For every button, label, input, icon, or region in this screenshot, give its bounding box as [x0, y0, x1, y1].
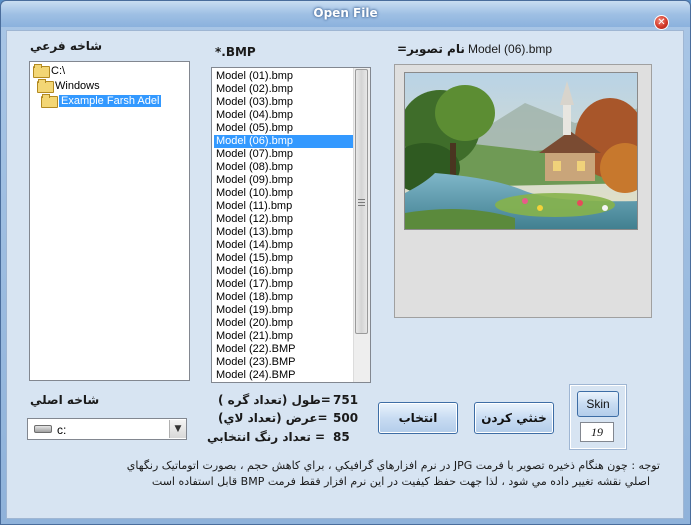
title-bar: Open File: [1, 1, 690, 27]
colors-value: 85: [333, 430, 350, 444]
scroll-grip: [358, 199, 365, 200]
skin-number-field[interactable]: 19: [580, 422, 614, 442]
close-button[interactable]: ✕: [654, 15, 669, 30]
main-folder-label: شاخه اصلي: [30, 393, 100, 407]
file-list-item[interactable]: Model (16).bmp: [214, 265, 354, 278]
scroll-grip: [358, 202, 365, 203]
tree-item-label: Example Farsh Adel: [59, 95, 162, 107]
file-list-item[interactable]: Model (17).bmp: [214, 278, 354, 291]
folder-open-icon: [33, 64, 50, 78]
file-list-item[interactable]: Model (01).bmp: [214, 70, 354, 83]
image-preview: [404, 72, 638, 230]
file-list-item[interactable]: Model (12).bmp: [214, 213, 354, 226]
file-list-item[interactable]: Model (15).bmp: [214, 252, 354, 265]
file-list-item[interactable]: Model (02).bmp: [214, 83, 354, 96]
tree-item-root[interactable]: C:\: [33, 64, 65, 79]
scroll-grip: [358, 205, 365, 206]
file-list-item[interactable]: Model (22).BMP: [214, 343, 354, 356]
image-name-label: نام تصوير=: [397, 42, 465, 56]
file-list-item[interactable]: Model (23).BMP: [214, 356, 354, 369]
file-list-item[interactable]: Model (20).bmp: [214, 317, 354, 330]
drive-icon: [34, 425, 52, 433]
window-title: Open File: [313, 6, 378, 20]
file-list-item[interactable]: Model (03).bmp: [214, 96, 354, 109]
file-list-item[interactable]: Model (09).bmp: [214, 174, 354, 187]
file-list-item[interactable]: Model (14).bmp: [214, 239, 354, 252]
file-list-item[interactable]: Model (24).BMP: [214, 369, 354, 382]
folder-open-icon: [41, 94, 58, 108]
image-name-value: Model (06).bmp: [468, 42, 553, 56]
file-list-item[interactable]: Model (10).bmp: [214, 187, 354, 200]
tree-item-label: C:\: [51, 65, 66, 77]
file-list-item[interactable]: Model (11).bmp: [214, 200, 354, 213]
length-label: =طول (تعداد گره ): [218, 393, 331, 407]
drive-select[interactable]: c: ▼: [27, 418, 187, 440]
colors-label: = تعداد رنگ انتخابي: [207, 430, 326, 444]
width-value: 500: [333, 411, 359, 425]
file-list-item[interactable]: Model (19).bmp: [214, 304, 354, 317]
landscape-preview-image: [405, 73, 637, 229]
file-list-item[interactable]: Model (13).bmp: [214, 226, 354, 239]
chevron-down-icon[interactable]: ▼: [169, 420, 186, 438]
cancel-button[interactable]: خنثي کردن: [474, 402, 554, 434]
file-list-item[interactable]: Model (21).bmp: [214, 330, 354, 343]
file-list[interactable]: Model (01).bmp Model (02).bmp Model (03).b…: [211, 67, 371, 383]
folder-open-icon: [37, 79, 54, 93]
file-list-item[interactable]: Model (06).bmp: [214, 135, 354, 148]
note-line-1: توجه : چون هنگام ذخيره تصوير با فرمت JPG…: [126, 459, 660, 472]
file-filter-label: *.BMP: [215, 45, 256, 59]
length-value: 751: [333, 393, 359, 407]
drive-select-value: c:: [57, 423, 67, 437]
width-label: =عرض (تعداد لاي): [218, 411, 328, 425]
file-list-item[interactable]: Model (05).bmp: [214, 122, 354, 135]
file-list-item[interactable]: Model (18).bmp: [214, 291, 354, 304]
folder-tree[interactable]: C:\ Windows Example Farsh Adel: [29, 61, 190, 381]
file-list-item[interactable]: Model (07).bmp: [214, 148, 354, 161]
select-button[interactable]: انتخاب: [378, 402, 458, 434]
file-list-item[interactable]: Model (04).bmp: [214, 109, 354, 122]
tree-item-example-farsh-adel[interactable]: Example Farsh Adel: [41, 94, 162, 109]
subfolder-label: شاخه فرعي: [30, 39, 103, 53]
tree-item-label: Windows: [55, 80, 100, 92]
tree-item-windows[interactable]: Windows: [37, 79, 100, 94]
file-list-item[interactable]: Model (08).bmp: [214, 161, 354, 174]
skin-button[interactable]: Skin: [577, 391, 619, 417]
note-line-2: اصلي نقشه تغيير داده مي شود ، لذا جهت حف…: [151, 475, 650, 488]
